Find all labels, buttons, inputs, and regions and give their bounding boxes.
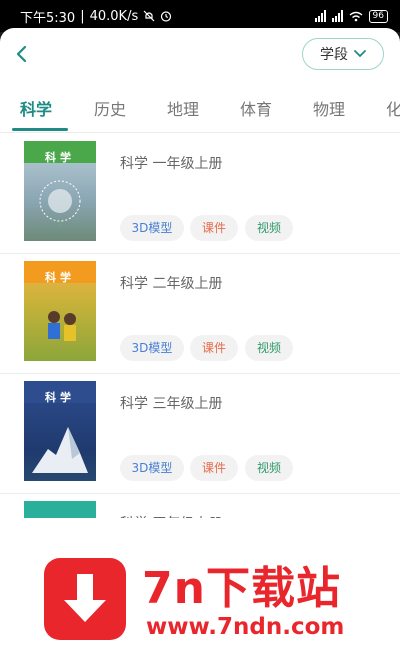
children-image	[48, 311, 76, 341]
signal-icon	[314, 10, 326, 22]
tab-science[interactable]: 科学	[20, 96, 52, 120]
mute-icon	[143, 10, 155, 22]
tab-geography[interactable]: 地理	[167, 96, 199, 120]
model-3d-button[interactable]: 3D模型	[120, 335, 184, 361]
active-tab-indicator	[12, 128, 68, 131]
subject-tabs: 科学 历史 地理 体育 物理 化	[0, 80, 400, 133]
watermark-banner: 7n下载站 www.7ndn.com	[0, 518, 400, 640]
stage-filter-button[interactable]: 学段	[302, 38, 384, 70]
book-item-grade1[interactable]: 科学 科学 一年级上册 3D模型 课件 视频	[0, 133, 400, 254]
video-button[interactable]: 视频	[245, 215, 293, 241]
tab-chemistry[interactable]: 化	[386, 96, 400, 120]
video-button[interactable]: 视频	[245, 455, 293, 481]
book-cover: 科学	[24, 261, 96, 361]
book-cover: 科学	[24, 141, 96, 241]
cover-title: 科学	[45, 391, 75, 404]
model-3d-button[interactable]: 3D模型	[120, 455, 184, 481]
download-logo-icon	[44, 558, 126, 640]
video-button[interactable]: 视频	[245, 335, 293, 361]
stage-filter-label: 学段	[320, 47, 348, 63]
tab-history[interactable]: 历史	[94, 96, 126, 120]
chevron-left-icon	[16, 45, 27, 63]
model-3d-button[interactable]: 3D模型	[120, 215, 184, 241]
book-title: 科学 三年级上册	[120, 396, 223, 412]
courseware-button[interactable]: 课件	[190, 455, 238, 481]
status-time: 下午5:30	[20, 10, 76, 26]
iceberg-image	[32, 427, 88, 473]
alarm-icon	[161, 11, 172, 22]
book-title: 科学 二年级上册	[120, 276, 223, 292]
chevron-down-icon	[354, 50, 366, 57]
book-item-grade3[interactable]: 科学 科学 三年级上册 3D模型 课件 视频	[0, 373, 400, 494]
book-item-grade2[interactable]: 科学 科学 二年级上册 3D模型 课件 视频	[0, 253, 400, 374]
top-bar: 学段	[0, 28, 400, 80]
back-button[interactable]	[8, 40, 36, 68]
battery-icon: 96	[368, 9, 388, 23]
status-separator: |	[80, 8, 85, 24]
cover-title: 科学	[45, 271, 75, 284]
dandelion-image	[39, 180, 81, 227]
courseware-button[interactable]: 课件	[190, 215, 238, 241]
courseware-button[interactable]: 课件	[190, 335, 238, 361]
book-cover: 科学	[24, 381, 96, 481]
tab-pe[interactable]: 体育	[240, 96, 272, 120]
cover-title: 科学	[45, 151, 75, 164]
wifi-icon	[349, 11, 362, 21]
signal-icon-2	[331, 10, 343, 22]
tab-physics[interactable]: 物理	[313, 96, 345, 120]
watermark-name: 7n下载站	[142, 563, 341, 614]
status-net-speed: 40.0K/s	[89, 8, 139, 24]
watermark-url: www.7ndn.com	[146, 614, 345, 640]
book-title: 科学 一年级上册	[120, 156, 223, 172]
